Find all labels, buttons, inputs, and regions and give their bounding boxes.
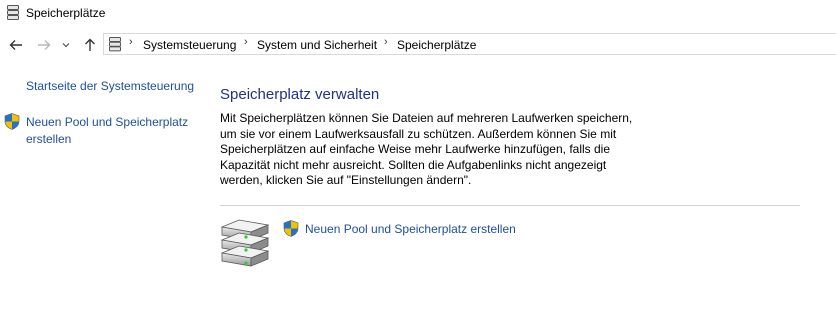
description-line: werden, klicken Sie auf "Einstellungen ä…	[220, 173, 472, 188]
recent-locations-button[interactable]	[59, 35, 73, 55]
breadcrumb-separator[interactable]: ›	[244, 36, 248, 48]
uac-shield-icon	[283, 220, 299, 237]
navigation-bar: › Systemsteuerung › System und Sicherhei…	[0, 31, 836, 59]
up-button[interactable]	[80, 35, 100, 55]
title-bar: Speicherplätze	[0, 0, 836, 28]
breadcrumb-item-system-und-sicherheit[interactable]: System und Sicherheit	[257, 38, 377, 52]
create-pool-link-line1: Neuen Pool und Speicherplatz	[26, 115, 189, 129]
drive-stack-icon	[220, 219, 270, 267]
forward-arrow-icon	[38, 40, 51, 50]
breadcrumb-separator[interactable]: ›	[129, 36, 133, 48]
create-pool-link[interactable]: Neuen Pool und Speicherplatz erstellen	[305, 222, 516, 236]
description-line: um sie vor einem Laufwerksausfall zu sch…	[220, 126, 617, 141]
chevron-down-icon	[62, 43, 70, 48]
storage-spaces-icon	[7, 5, 19, 20]
create-pool-link-sidebar[interactable]: Neuen Pool und Speicherplatz erstellen	[26, 114, 188, 148]
description-line: Speicherplätzen auf einfache Weise mehr …	[220, 142, 611, 157]
control-panel-home-link[interactable]: Startseite der Systemsteuerung	[26, 78, 194, 95]
up-arrow-icon	[85, 38, 95, 51]
description-line: Kapazität nicht mehr ausreicht. Sollten …	[220, 157, 607, 172]
uac-shield-icon	[4, 113, 20, 130]
breadcrumb-item-speicherplaetze[interactable]: Speicherplätze	[397, 38, 476, 52]
forward-button[interactable]	[34, 35, 54, 55]
description: Mit Speicherplätzen können Sie Dateien a…	[220, 111, 640, 189]
back-arrow-icon	[9, 40, 22, 50]
back-button[interactable]	[6, 35, 26, 55]
breadcrumb-item-systemsteuerung[interactable]: Systemsteuerung	[143, 38, 236, 52]
divider	[220, 205, 800, 206]
breadcrumb-separator[interactable]: ›	[384, 36, 388, 48]
address-bar[interactable]: › Systemsteuerung › System und Sicherhei…	[103, 33, 836, 55]
window-title: Speicherplätze	[26, 6, 106, 20]
page-title: Speicherplatz verwalten	[220, 86, 380, 103]
storage-spaces-icon	[109, 37, 121, 52]
description-line: Mit Speicherplätzen können Sie Dateien a…	[220, 111, 633, 125]
create-pool-link-line2: erstellen	[26, 132, 72, 146]
